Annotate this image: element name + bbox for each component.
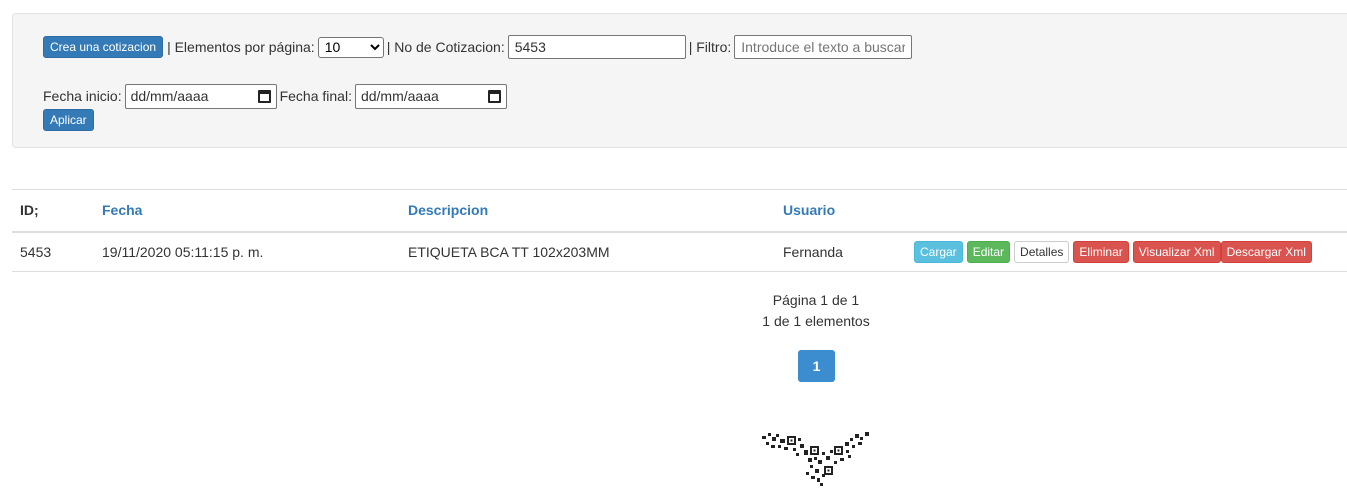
filter-label: | Filtro: xyxy=(688,39,732,55)
filter-panel: Crea una cotizacion | Elementos por pági… xyxy=(12,13,1347,148)
table-header-row: ID; Fecha Descripcion Usuario xyxy=(12,189,1347,232)
start-date-label: Fecha inicio: xyxy=(43,88,122,104)
filter-search-input[interactable] xyxy=(734,35,913,59)
date-row: Fecha inicio: dd/mm/aaaa Fecha final: dd… xyxy=(43,83,510,109)
end-date-value: dd/mm/aaaa xyxy=(360,88,439,104)
quote-number-input[interactable] xyxy=(507,35,686,59)
eliminar-button[interactable]: Eliminar xyxy=(1073,240,1129,263)
page-info: Página 1 de 1 xyxy=(772,292,860,308)
cell-usuario: Fernanda xyxy=(783,243,843,260)
cell-fecha: 19/11/2020 05:11:15 p. m. xyxy=(102,243,264,260)
column-header-descripcion[interactable]: Descripcion xyxy=(400,190,775,232)
apply-row: Aplicar xyxy=(43,109,94,131)
calendar-icon[interactable] xyxy=(257,89,271,103)
visualizar-xml-button[interactable]: Visualizar Xml xyxy=(1132,240,1221,263)
end-date-input[interactable]: dd/mm/aaaa xyxy=(354,83,507,109)
cell-id: 5453 xyxy=(20,243,52,260)
filter-row-top: Crea una cotizacion | Elementos por pági… xyxy=(43,34,915,60)
column-header-usuario[interactable]: Usuario xyxy=(775,190,906,232)
detalles-button[interactable]: Detalles xyxy=(1014,240,1070,263)
column-header-fecha[interactable]: Fecha xyxy=(94,190,400,232)
page-size-label: | Elementos por página: xyxy=(167,39,315,55)
cargar-button[interactable]: Cargar xyxy=(914,240,963,263)
column-header-id[interactable]: ID; xyxy=(12,190,94,232)
editar-button[interactable]: Editar xyxy=(966,240,1011,263)
end-date-label: Fecha final: xyxy=(279,88,352,104)
page-size-select[interactable]: 10 xyxy=(317,36,384,58)
start-date-input[interactable]: dd/mm/aaaa xyxy=(124,83,277,109)
cell-actions: Cargar Editar Detalles Eliminar Visualiz… xyxy=(906,232,1347,272)
column-header-actions xyxy=(906,190,1347,232)
quote-number-label: | No de Cotizacion: xyxy=(386,39,505,55)
create-quote-button[interactable]: Crea una cotizacion xyxy=(43,36,164,58)
table-row: 5453 19/11/2020 05:11:15 p. m. ETIQUETA … xyxy=(12,232,1347,272)
quotes-table: ID; Fecha Descripcion Usuario 5453 19/11… xyxy=(12,189,1347,272)
cell-descripcion: ETIQUETA BCA TT 102x203MM xyxy=(408,243,610,260)
apply-button[interactable]: Aplicar xyxy=(43,109,94,131)
pagination-page-1[interactable]: 1 xyxy=(798,350,835,382)
qr-logo xyxy=(762,432,869,486)
start-date-value: dd/mm/aaaa xyxy=(130,88,209,104)
descargar-xml-button[interactable]: Descargar Xml xyxy=(1220,240,1312,263)
items-info: 1 de 1 elementos xyxy=(762,313,870,329)
calendar-icon[interactable] xyxy=(487,89,501,103)
